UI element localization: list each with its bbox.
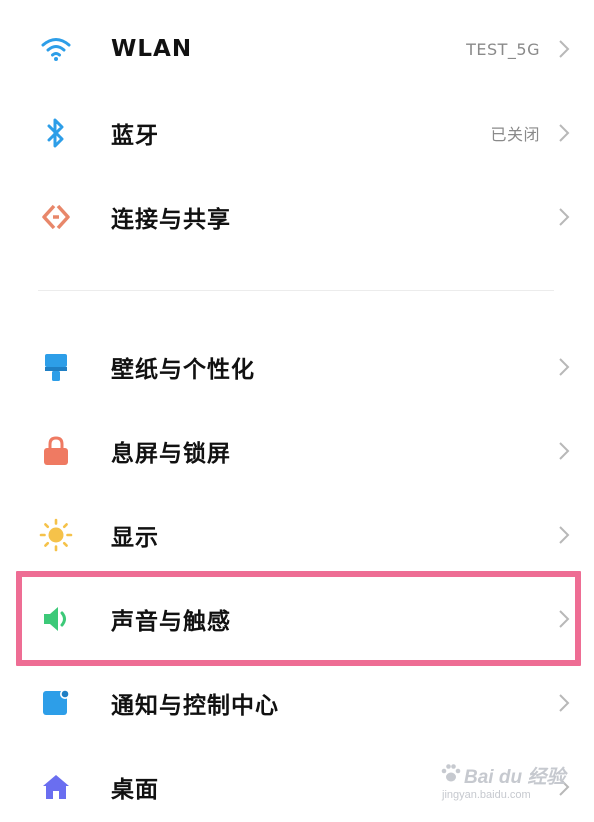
settings-item-connection-sharing[interactable]: 连接与共享	[0, 175, 594, 259]
chevron-right-icon	[556, 37, 572, 61]
settings-item-notifications[interactable]: 通知与控制中心	[0, 661, 594, 745]
settings-item-label: 显示	[111, 525, 159, 551]
settings-item-value: TEST_5G	[466, 39, 540, 59]
settings-item-label: WLAN	[111, 36, 193, 62]
settings-item-lock-screen[interactable]: 息屏与锁屏	[0, 409, 594, 493]
chevron-right-icon	[556, 355, 572, 379]
settings-item-bluetooth[interactable]: 蓝牙 已关闭	[0, 91, 594, 175]
chevron-right-icon	[556, 205, 572, 229]
notification-icon	[38, 685, 74, 721]
chevron-right-icon	[556, 439, 572, 463]
home-icon	[38, 769, 74, 805]
settings-item-label: 连接与共享	[111, 207, 231, 233]
sun-icon	[38, 517, 74, 553]
settings-item-label: 息屏与锁屏	[111, 441, 231, 467]
highlight-frame	[16, 571, 581, 666]
settings-item-display[interactable]: 显示	[0, 493, 594, 577]
watermark-brand: Bai du 经验	[464, 767, 566, 788]
settings-item-label: 壁纸与个性化	[111, 357, 255, 383]
settings-item-label: 通知与控制中心	[111, 693, 279, 719]
wifi-icon	[38, 31, 74, 67]
settings-item-wlan[interactable]: WLAN TEST_5G	[0, 7, 594, 91]
settings-item-label: 蓝牙	[111, 123, 159, 149]
chevron-right-icon	[556, 691, 572, 715]
chevron-right-icon	[556, 523, 572, 547]
settings-item-wallpaper[interactable]: 壁纸与个性化	[0, 325, 594, 409]
watermark: Bai du 经验 jingyan.baidu.com	[440, 758, 570, 808]
share-icon	[38, 199, 74, 235]
brush-icon	[38, 349, 74, 385]
lock-icon	[38, 433, 74, 469]
bluetooth-icon	[38, 115, 74, 151]
chevron-right-icon	[556, 121, 572, 145]
paw-icon	[441, 764, 461, 782]
settings-item-value: 已关闭	[490, 125, 540, 144]
watermark-url: jingyan.baidu.com	[442, 789, 531, 801]
settings-item-label: 桌面	[111, 777, 159, 803]
section-divider	[38, 290, 554, 291]
